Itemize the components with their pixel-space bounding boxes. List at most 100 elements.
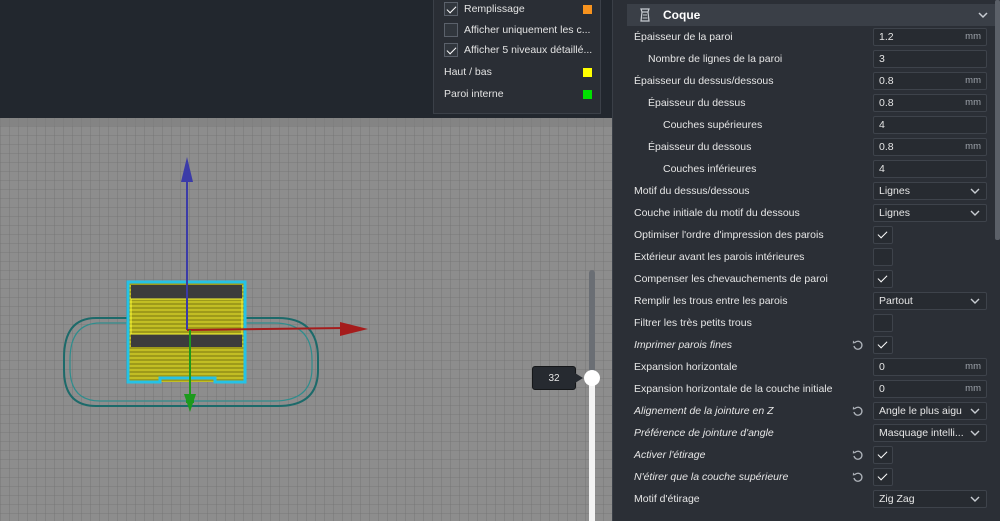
setting-row: Activer l'étirage — [634, 444, 996, 466]
legend-item-only-top[interactable]: Afficher uniquement les c... — [444, 21, 592, 39]
setting-row: Couches supérieures 4 — [634, 114, 996, 136]
setting-value: Lignes — [879, 207, 910, 219]
chevron-down-icon — [970, 210, 980, 216]
setting-value: 0.8 — [879, 75, 894, 87]
legend-label: Afficher uniquement les c... — [464, 24, 591, 36]
setting-value: 4 — [879, 119, 885, 131]
setting-unit: mm — [965, 361, 981, 372]
setting-value: Angle le plus aigu — [879, 405, 962, 417]
setting-dropdown[interactable]: Lignes — [873, 182, 987, 200]
layer-slider-handle[interactable] — [584, 370, 600, 386]
setting-label: Extérieur avant les parois intérieures — [634, 251, 805, 263]
setting-value: 3 — [879, 53, 885, 65]
setting-dropdown[interactable]: Masquage intelli... — [873, 424, 987, 442]
legend-item-detailed-levels[interactable]: Afficher 5 niveaux détaillé... — [444, 41, 592, 59]
setting-row: Motif d'étirage Zig Zag — [634, 488, 996, 510]
setting-value: 0 — [879, 361, 885, 373]
setting-value: Partout — [879, 295, 913, 307]
legend-label: Paroi interne — [444, 88, 504, 100]
setting-label: Épaisseur du dessus/dessous — [634, 75, 774, 87]
setting-label: N'étirer que la couche supérieure — [634, 471, 789, 483]
infill-checkbox[interactable] — [444, 2, 458, 16]
reset-icon[interactable] — [852, 339, 864, 351]
setting-number-input[interactable]: 0 mm — [873, 358, 987, 376]
setting-value: Zig Zag — [879, 493, 915, 505]
setting-checkbox[interactable] — [873, 468, 893, 486]
setting-label: Épaisseur du dessous — [648, 141, 752, 153]
setting-value: 0.8 — [879, 141, 894, 153]
setting-unit: mm — [965, 75, 981, 86]
setting-label: Couches supérieures — [663, 119, 763, 131]
section-title: Coque — [663, 8, 701, 22]
setting-checkbox[interactable] — [873, 248, 893, 266]
legend-label: Afficher 5 niveaux détaillé... — [464, 44, 592, 56]
layer-number-input[interactable]: 32 — [532, 366, 583, 390]
setting-value: 4 — [879, 163, 885, 175]
3d-viewport[interactable]: Remplissage Afficher uniquement les c...… — [0, 0, 612, 521]
setting-row: Couche initiale du motif du dessous Ligne… — [634, 202, 996, 224]
setting-number-input[interactable]: 0.8 mm — [873, 138, 987, 156]
setting-row: Expansion horizontale 0 mm — [634, 356, 996, 378]
setting-unit: mm — [965, 31, 981, 42]
setting-number-input[interactable]: 0 mm — [873, 380, 987, 398]
setting-checkbox[interactable] — [873, 314, 893, 332]
setting-label: Expansion horizontale — [634, 361, 738, 373]
shell-section-header[interactable]: Coque — [627, 4, 999, 26]
detailed-levels-checkbox[interactable] — [444, 43, 458, 57]
setting-unit: mm — [965, 141, 981, 152]
chevron-down-icon — [970, 188, 980, 194]
setting-number-input[interactable]: 4 — [873, 160, 987, 178]
setting-dropdown[interactable]: Lignes — [873, 204, 987, 222]
setting-unit: mm — [965, 97, 981, 108]
setting-dropdown[interactable]: Zig Zag — [873, 490, 987, 508]
setting-checkbox[interactable] — [873, 446, 893, 464]
setting-label: Motif du dessus/dessous — [634, 185, 750, 197]
reset-icon[interactable] — [852, 449, 864, 461]
setting-dropdown[interactable]: Angle le plus aigu — [873, 402, 987, 420]
infill-color-swatch — [583, 4, 592, 14]
setting-number-input[interactable]: 1.2 mm — [873, 28, 987, 46]
setting-label: Nombre de lignes de la paroi — [648, 53, 783, 65]
setting-unit: mm — [965, 383, 981, 394]
setting-value: 1.2 — [879, 31, 894, 43]
setting-dropdown[interactable]: Partout — [873, 292, 987, 310]
setting-row: Préférence de jointure d'angle Masquage i… — [634, 422, 996, 444]
setting-label: Épaisseur du dessus — [648, 97, 746, 109]
setting-value: Lignes — [879, 185, 910, 197]
setting-row: Imprimer parois fines — [634, 334, 996, 356]
legend-label: Haut / bas — [444, 66, 492, 78]
legend-item-infill[interactable]: Remplissage — [444, 0, 592, 18]
legend-item-inner-wall: Paroi interne — [444, 85, 592, 103]
setting-row: Épaisseur du dessous 0.8 mm — [634, 136, 996, 158]
setting-label: Activer l'étirage — [634, 449, 706, 461]
inner-wall-color-swatch — [583, 89, 592, 99]
setting-checkbox[interactable] — [873, 270, 893, 288]
chevron-down-icon[interactable] — [977, 9, 989, 21]
setting-row: Couches inférieures 4 — [634, 158, 996, 180]
setting-number-input[interactable]: 4 — [873, 116, 987, 134]
chevron-down-icon — [970, 298, 980, 304]
setting-label: Épaisseur de la paroi — [634, 31, 733, 43]
reset-icon[interactable] — [852, 471, 864, 483]
setting-label: Couche initiale du motif du dessous — [634, 207, 800, 219]
setting-label: Optimiser l'ordre d'impression des paroi… — [634, 229, 824, 241]
setting-row: Épaisseur de la paroi 1.2 mm — [634, 26, 996, 48]
setting-label: Expansion horizontale de la couche initi… — [634, 383, 833, 395]
setting-checkbox[interactable] — [873, 336, 893, 354]
reset-icon[interactable] — [852, 405, 864, 417]
setting-row: Alignement de la jointure en Z Angle le p… — [634, 400, 996, 422]
setting-label: Préférence de jointure d'angle — [634, 427, 774, 439]
setting-row: Motif du dessus/dessous Lignes — [634, 180, 996, 202]
setting-number-input[interactable]: 3 — [873, 50, 987, 68]
setting-number-input[interactable]: 0.8 mm — [873, 72, 987, 90]
chevron-down-icon — [970, 408, 980, 414]
setting-value: 0.8 — [879, 97, 894, 109]
setting-value: Masquage intelli... — [879, 427, 964, 439]
only-top-checkbox[interactable] — [444, 23, 458, 37]
setting-number-input[interactable]: 0.8 mm — [873, 94, 987, 112]
setting-row: Remplir les trous entre les parois Partou… — [634, 290, 996, 312]
setting-row: Épaisseur du dessus 0.8 mm — [634, 92, 996, 114]
setting-checkbox[interactable] — [873, 226, 893, 244]
chevron-down-icon — [970, 430, 980, 436]
setting-label: Compenser les chevauchements de paroi — [634, 273, 828, 285]
